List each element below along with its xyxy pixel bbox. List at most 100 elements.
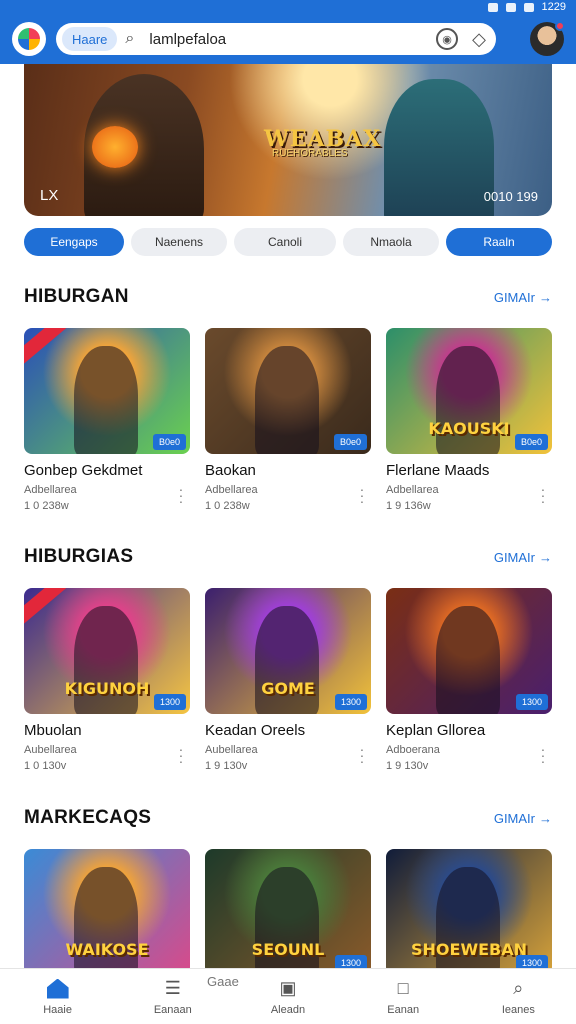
nav-label: Eanan — [387, 1003, 420, 1016]
notification-dot — [555, 21, 565, 31]
search-scope-pill[interactable]: Haare — [62, 27, 118, 51]
game-title: Flerlane Maads — [386, 462, 490, 479]
nav-item-search[interactable]: ⌕ Ieanes — [468, 978, 568, 1016]
nav-label: Haaie — [43, 1003, 72, 1016]
hero-banner[interactable]: WEABAX RUEHORABLES LX 0010 199 — [24, 64, 552, 216]
rating-badge: 1300 — [515, 694, 548, 710]
game-size: 1 0 130v — [24, 760, 67, 772]
new-ribbon — [24, 328, 68, 366]
nav-label: Ieanes — [501, 1003, 535, 1016]
chip-3[interactable]: Canoli — [234, 228, 336, 256]
game-thumbnail[interactable]: GOME 1300 — [205, 588, 371, 714]
section-title: MARKECAQS — [24, 807, 152, 828]
nav-item-library[interactable]: ▣ Aleadn — [238, 978, 338, 1016]
game-title: Keadan Oreels — [205, 722, 306, 739]
rating-badge: B0e0 — [333, 434, 367, 450]
game-developer: Adbellarea — [386, 484, 439, 496]
game-card[interactable]: KAOUSKI B0e0 Flerlane Maads Adbellarea 1 9 1… — [386, 328, 552, 522]
rating-badge: 1300 — [153, 694, 186, 710]
hero-character-right — [384, 79, 494, 216]
nav-label: Aleadn — [270, 1003, 306, 1016]
logo-mark — [18, 28, 40, 50]
game-card[interactable]: SHOEWEBAN 1300 — [386, 849, 552, 975]
chip-5[interactable]: Raaln — [446, 228, 552, 256]
game-thumbnail[interactable]: KIGUNOH 1300 — [24, 588, 190, 714]
character-shape — [74, 346, 138, 454]
thumbnail-logo-text: WAIKOSE — [65, 940, 149, 959]
tablet-icon: □ — [397, 978, 409, 998]
nav-label: Eanaan — [153, 1003, 192, 1016]
game-size: 1 0 238w — [24, 500, 69, 512]
section-title: HIBURGIAS — [24, 546, 134, 567]
game-title: Gonbep Gekdmet — [24, 462, 143, 479]
game-developer: Adbellarea — [205, 484, 258, 496]
game-thumbnail[interactable]: SHOEWEBAN 1300 — [386, 849, 552, 975]
see-all-label: GIMAIr — [493, 810, 535, 826]
game-card[interactable]: WAIKOSE — [24, 849, 190, 975]
chip-2[interactable]: Naenens — [131, 228, 227, 256]
card-meta: Mbuolan Aubellarea 1 0 130v · · · — [24, 722, 190, 782]
game-thumbnail[interactable]: KAOUSKI B0e0 — [386, 328, 552, 454]
home-icon — [46, 978, 69, 1000]
game-title: Keplan Gllorea — [386, 722, 486, 739]
new-ribbon — [24, 588, 68, 626]
filter-icon[interactable]: ◇ — [468, 28, 490, 50]
library-icon: ▣ — [279, 978, 297, 998]
more-options-icon[interactable]: · · · — [178, 742, 184, 768]
search-bar[interactable]: Haare ⌕ lamlpefaloa ◉ ◇ — [56, 23, 496, 55]
search-input[interactable]: lamlpefaloa — [149, 31, 426, 48]
more-options-icon[interactable]: · · · — [540, 482, 546, 508]
game-thumbnail[interactable]: 1300 — [386, 588, 552, 714]
see-all-link[interactable]: GIMAIr → — [494, 811, 552, 826]
card-row: B0e0 Gonbep Gekdmet Adbellarea 1 0 238w · · · B… — [24, 328, 552, 522]
game-thumbnail[interactable]: SEOUNL 1300 — [205, 849, 371, 975]
wifi-icon — [505, 2, 516, 12]
more-options-icon[interactable]: · · · — [540, 742, 546, 768]
bottom-navigation: Haaie ☰ Eanaan ▣ Aleadn □ Eanan ⌕ Ieanes… — [0, 968, 576, 1024]
see-all-link[interactable]: GIMAIr → — [494, 290, 552, 305]
voice-icon[interactable]: ◉ — [436, 28, 458, 50]
card-meta: Keplan Gllorea Adboerana 1 9 130v · · · — [386, 722, 552, 782]
more-options-icon[interactable]: · · · — [359, 742, 365, 768]
game-card[interactable]: B0e0 Gonbep Gekdmet Adbellarea 1 0 238w · · · — [24, 328, 190, 522]
game-card[interactable]: GOME 1300 Keadan Oreels Aubellarea 1 9 130v ·… — [205, 588, 371, 782]
more-options-icon[interactable]: · · · — [178, 482, 184, 508]
game-thumbnail[interactable]: B0e0 — [205, 328, 371, 454]
game-card[interactable]: B0e0 Baokan Adbellarea 1 0 238w · · · — [205, 328, 371, 522]
card-meta: Gonbep Gekdmet Adbellarea 1 0 238w · · · — [24, 462, 190, 522]
game-thumbnail[interactable]: B0e0 — [24, 328, 190, 454]
card-meta: Keadan Oreels Aubellarea 1 9 130v · · · — [205, 722, 371, 782]
game-title: Mbuolan — [24, 722, 82, 739]
search-icon: ⌕ — [513, 978, 524, 998]
status-time: 1229 — [541, 1, 566, 13]
battery-icon — [523, 2, 534, 12]
character-shape — [436, 606, 500, 714]
app-logo[interactable] — [12, 22, 46, 56]
game-developer: Aubellarea — [205, 744, 258, 756]
game-card[interactable]: SEOUNL 1300 — [205, 849, 371, 975]
chip-1[interactable]: Eengaps — [24, 228, 124, 256]
hero-subtitle: RUEHORABLES — [272, 148, 348, 159]
avatar[interactable] — [530, 21, 565, 56]
card-meta: Flerlane Maads Adbellarea 1 9 136w · · · — [386, 462, 552, 522]
status-bar: 1229 — [0, 0, 576, 14]
rating-badge: B0e0 — [514, 434, 548, 450]
nav-item-tablet[interactable]: □ Eanan — [353, 978, 453, 1016]
game-card[interactable]: KIGUNOH 1300 Mbuolan Aubellarea 1 0 130v · · · — [24, 588, 190, 782]
chip-4[interactable]: Nmaola — [343, 228, 439, 256]
game-developer: Adboerana — [386, 744, 440, 756]
see-all-link[interactable]: GIMAIr → — [494, 550, 552, 565]
nav-item-home[interactable]: Haaie — [8, 978, 108, 1016]
game-title: Baokan — [205, 462, 256, 479]
category-chips: Eengaps Naenens Canoli Nmaola Raaln — [24, 228, 552, 256]
game-card[interactable]: 1300 Keplan Gllorea Adboerana 1 9 130v · · · — [386, 588, 552, 782]
games-label: Gaae — [207, 974, 239, 989]
search-icon: ⌕ — [125, 30, 135, 47]
more-options-icon[interactable]: · · · — [359, 482, 365, 508]
card-meta: Baokan Adbellarea 1 0 238w · · · — [205, 462, 371, 522]
see-all-label: GIMAIr — [493, 289, 535, 305]
game-thumbnail[interactable]: WAIKOSE — [24, 849, 190, 975]
arrow-right-icon: → — [539, 289, 552, 305]
card-row: KIGUNOH 1300 Mbuolan Aubellarea 1 0 130v · · · G… — [24, 588, 552, 782]
section-2: HIBURGIAS GIMAIr → KIGUNOH 1300 Mbuolan Aube… — [24, 545, 552, 782]
